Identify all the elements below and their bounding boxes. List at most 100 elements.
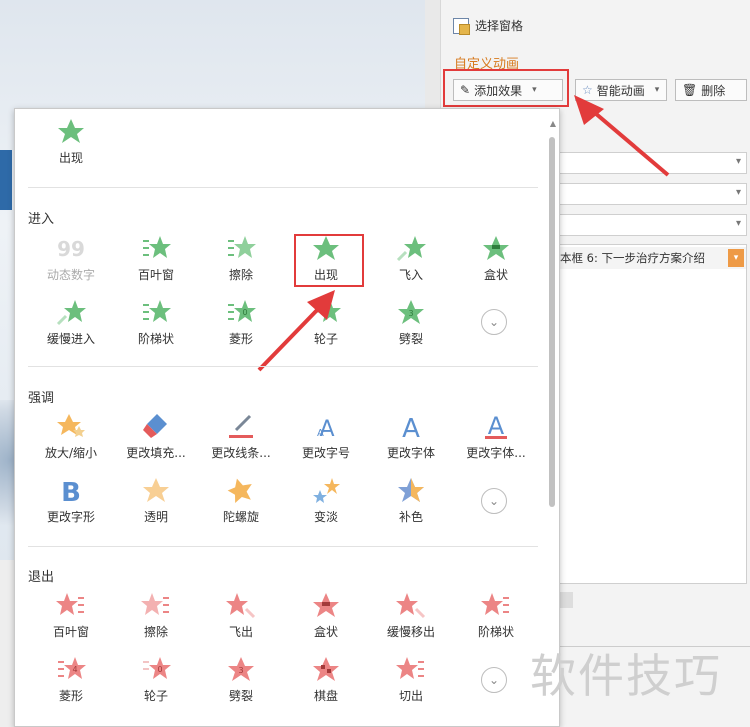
effect-emphasis-transparency[interactable]: 透明	[118, 476, 194, 528]
effect-label: 棋盘	[313, 689, 338, 703]
effect-exit-blinds[interactable]: 百叶窗	[33, 591, 109, 643]
blinds-star-icon	[143, 236, 171, 258]
wipe-star-exit-icon	[141, 593, 169, 615]
effect-label: 变淡	[313, 510, 338, 524]
effect-emphasis-grow-shrink[interactable]: 放大/缩小	[33, 412, 109, 464]
effect-emphasis-change-line[interactable]: 更改线条...	[203, 412, 279, 464]
spin-star-icon	[227, 478, 252, 503]
highlight-box-add-effect	[443, 69, 569, 107]
watermark: 软件技巧	[530, 649, 722, 703]
scrollbar[interactable]	[549, 137, 555, 507]
effect-exit-wipe[interactable]: 擦除	[118, 591, 194, 643]
effect-label: 飞入	[398, 268, 423, 282]
delete-button[interactable]: 🗑 删除	[675, 79, 747, 101]
effect-emphasis-complementary[interactable]: 补色	[373, 476, 449, 528]
svg-text:3: 3	[408, 309, 413, 318]
effect-label: 更改线条...	[211, 446, 271, 460]
box-star-icon	[483, 236, 509, 260]
effect-enter-box[interactable]: 盒状	[458, 234, 534, 286]
effect-emphasis-spin[interactable]: 陀螺旋	[203, 476, 279, 528]
effect-exit-split[interactable]: 3 劈裂	[203, 655, 279, 707]
effect-label: 菱形	[58, 689, 83, 703]
effect-exit-strips[interactable]: 阶梯状	[458, 591, 534, 643]
effect-exit-diamond[interactable]: 4 菱形	[33, 655, 109, 707]
group-enter-label: 进入	[28, 212, 55, 227]
animation-list[interactable]: 本框 6: 下一步治疗方案介绍 ▾	[557, 244, 747, 584]
effect-label: 更改填充...	[126, 446, 186, 460]
slide-title-fragment	[0, 150, 12, 210]
font-color-icon: A	[485, 412, 507, 440]
effect-exit-cut[interactable]: 切出	[373, 655, 449, 707]
effect-label: 切出	[398, 689, 423, 703]
complement-star-icon	[398, 478, 424, 502]
effect-label: 劈裂	[398, 332, 423, 346]
chevron-down-icon: ⌄	[488, 494, 500, 508]
more-exit-effects-button[interactable]: ⌄	[481, 667, 507, 693]
effect-label: 轮子	[143, 689, 168, 703]
property-combo[interactable]	[557, 183, 747, 205]
strips-star-exit-icon	[481, 593, 509, 615]
effect-exit-box[interactable]: 盒状	[288, 591, 364, 643]
effect-label: 放大/缩小	[44, 446, 98, 460]
effect-enter-split[interactable]: 3 劈裂	[373, 298, 449, 350]
bold-icon: B	[61, 478, 81, 504]
pen-line-icon	[229, 414, 253, 438]
wipe-star-icon	[228, 236, 256, 258]
checkerboard-star-icon	[313, 657, 339, 681]
effect-label: 出现	[58, 151, 83, 165]
svg-text:4: 4	[72, 665, 77, 674]
highlight-box-appear	[294, 234, 364, 287]
effect-enter-ease-in[interactable]: 缓慢进入	[33, 298, 109, 350]
select-pane-icon	[453, 17, 470, 35]
svg-text:A: A	[317, 428, 324, 439]
effect-label: 盒状	[313, 625, 338, 639]
scroll-up-icon[interactable]: ▲	[550, 119, 556, 128]
divider	[28, 546, 538, 547]
transparent-star-icon	[143, 478, 169, 502]
svg-text:3: 3	[238, 666, 243, 675]
effect-exit-ease-out[interactable]: 缓慢移出	[373, 591, 449, 643]
effect-exit-wheel[interactable]: 0 轮子	[118, 655, 194, 707]
effect-enter-blinds[interactable]: 百叶窗	[118, 234, 194, 286]
group-emphasis-label: 强调	[28, 391, 55, 406]
diamond-star-exit-icon: 4	[58, 657, 86, 679]
fly-in-star-icon	[396, 236, 426, 262]
effect-exit-checkerboard[interactable]: 棋盘	[288, 655, 364, 707]
grow-star-icon	[57, 414, 85, 437]
effect-label: 百叶窗	[137, 268, 174, 282]
effect-label: 阶梯状	[477, 625, 514, 639]
chevron-down-icon[interactable]: ▾	[728, 249, 744, 267]
effect-emphasis-font[interactable]: A 更改字体	[373, 412, 449, 464]
effect-enter-dynamic-number[interactable]: 99 动态数字	[33, 234, 109, 286]
effect-label: 阶梯状	[137, 332, 174, 346]
more-emphasis-effects-button[interactable]: ⌄	[481, 488, 507, 514]
effect-label: 更改字体...	[466, 446, 526, 460]
number-icon: 99	[57, 237, 85, 261]
effect-emphasis-lighten[interactable]: 变淡	[288, 476, 364, 528]
list-item[interactable]: 本框 6: 下一步治疗方案介绍 ▾	[558, 247, 746, 269]
effect-exit-fly-out[interactable]: 飞出	[203, 591, 279, 643]
speed-combo[interactable]	[557, 214, 747, 236]
effect-label: 动态数字	[46, 268, 95, 282]
more-enter-effects-button[interactable]: ⌄	[481, 309, 507, 335]
ease-in-star-icon	[56, 300, 86, 326]
svg-text:99: 99	[57, 237, 85, 261]
effect-emphasis-font-color[interactable]: A 更改字体...	[458, 412, 534, 464]
list-item-label: 本框 6: 下一步治疗方案介绍	[560, 251, 706, 265]
chevron-down-icon: ▾	[654, 85, 660, 95]
effect-enter-strips[interactable]: 阶梯状	[118, 298, 194, 350]
select-pane-link[interactable]: 选择窗格	[453, 17, 523, 35]
effect-label: 飞出	[228, 625, 253, 639]
effect-recent-appear[interactable]: 出现	[33, 117, 109, 169]
effect-enter-fly-in[interactable]: 飞入	[373, 234, 449, 286]
effect-enter-wipe[interactable]: 擦除	[203, 234, 279, 286]
effect-label: 劈裂	[228, 689, 253, 703]
effect-emphasis-font-style[interactable]: B 更改字形	[33, 476, 109, 528]
effect-emphasis-font-size[interactable]: AA 更改字号	[288, 412, 364, 464]
effect-label: 透明	[143, 510, 168, 524]
fill-bucket-icon	[143, 414, 167, 438]
svg-text:A: A	[402, 414, 420, 440]
chevron-down-icon: ⌄	[488, 673, 500, 687]
effect-emphasis-change-fill[interactable]: 更改填充...	[118, 412, 194, 464]
cut-star-icon	[396, 657, 424, 679]
